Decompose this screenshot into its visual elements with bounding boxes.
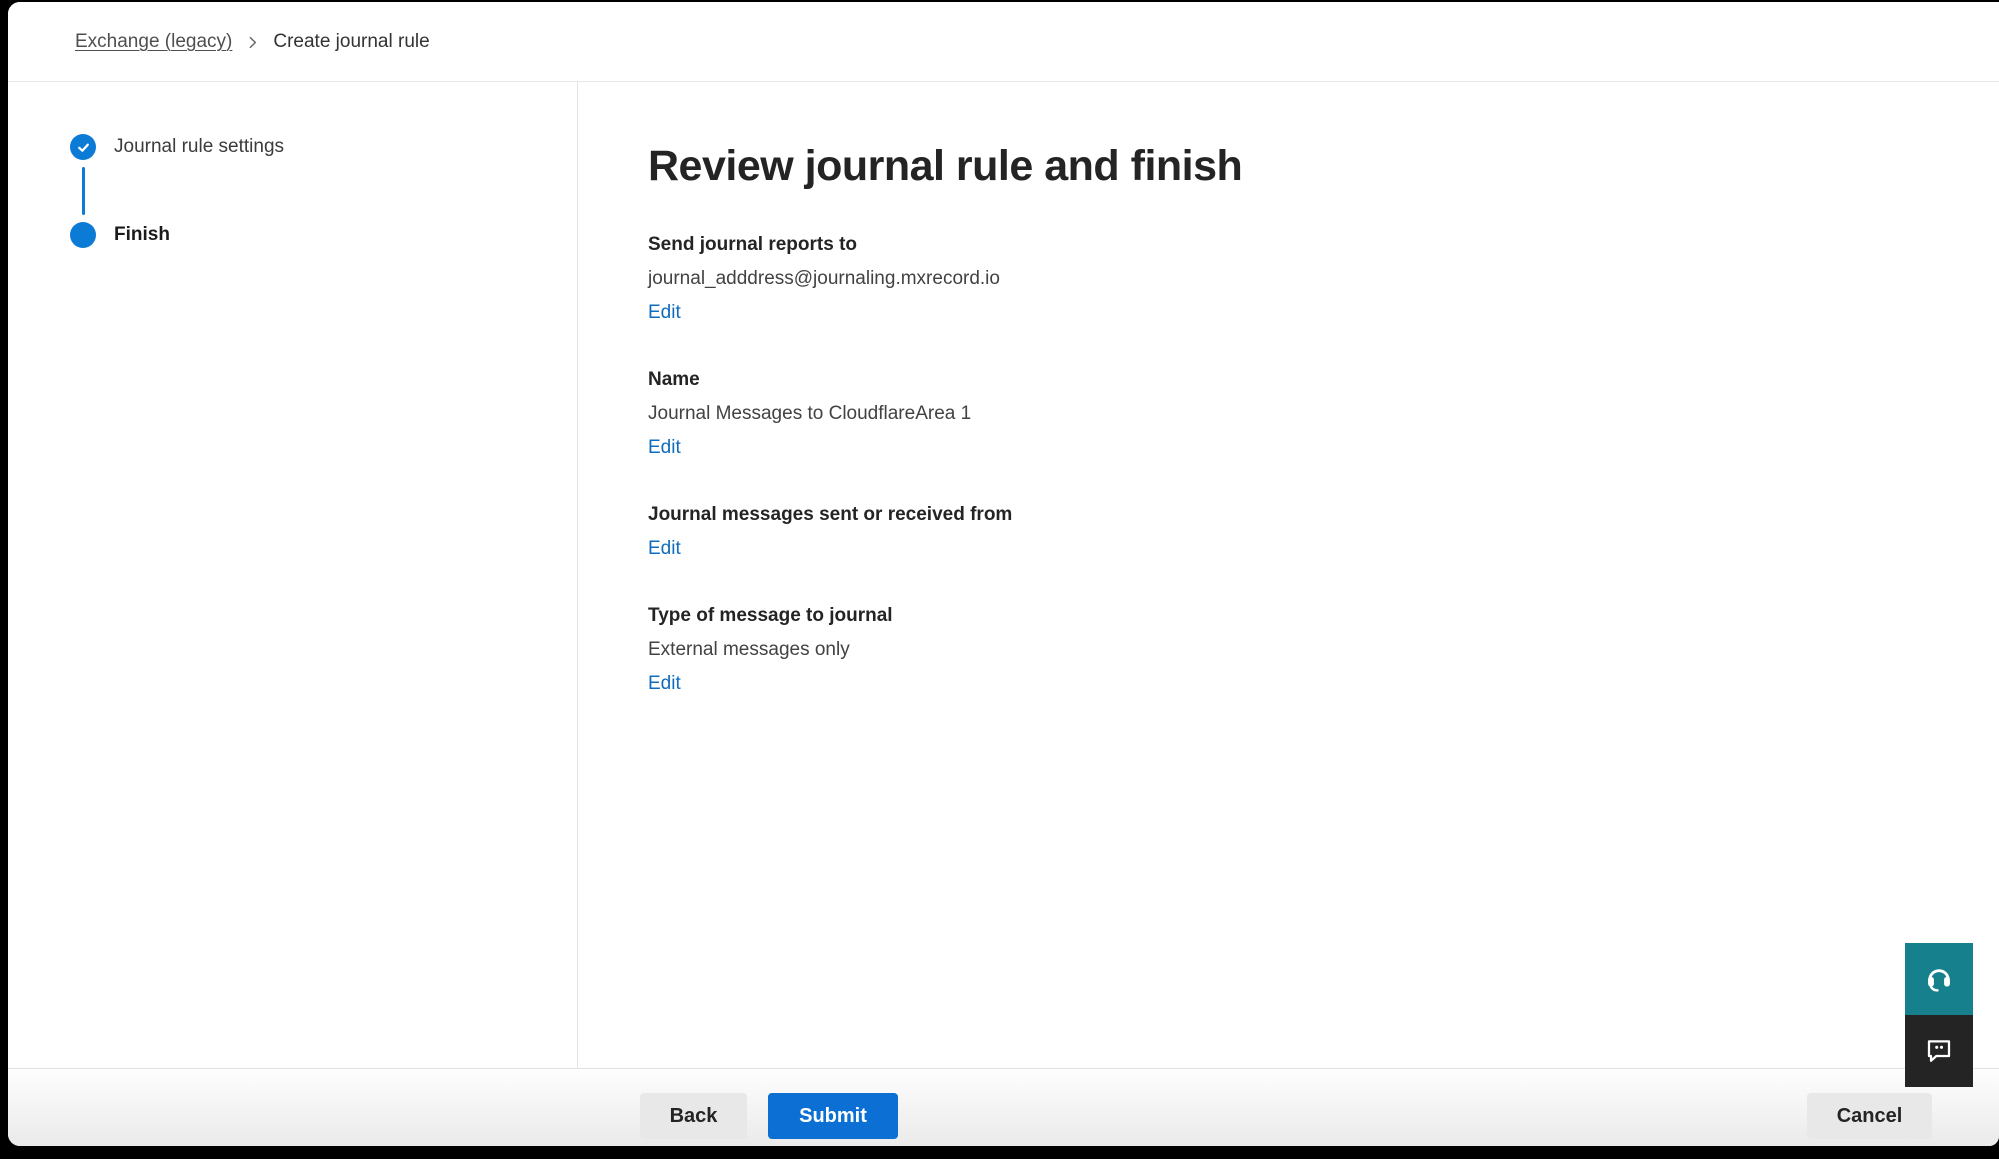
- wizard-steps-nav: Journal rule settings Finish: [8, 82, 578, 1068]
- section-label: Journal messages sent or received from: [648, 503, 1959, 527]
- step-label-finish: Finish: [114, 224, 170, 246]
- edit-name-link[interactable]: Edit: [648, 436, 681, 460]
- breadcrumb: Exchange (legacy) Create journal rule: [75, 31, 430, 53]
- headset-icon: [1923, 962, 1955, 997]
- section-label: Name: [648, 368, 1959, 392]
- message-type-value: External messages only: [648, 638, 1959, 662]
- section-name: Name Journal Messages to CloudflareArea …: [648, 368, 1959, 460]
- chat-bubble-icon: [1923, 1034, 1955, 1069]
- step-current-dot-icon: [70, 222, 96, 248]
- step-completed-check-icon: [70, 134, 96, 160]
- section-label: Type of message to journal: [648, 604, 1959, 628]
- breadcrumb-exchange-legacy[interactable]: Exchange (legacy): [75, 31, 232, 53]
- step-label-journal-rule-settings: Journal rule settings: [114, 136, 284, 158]
- edit-send-journal-reports-link[interactable]: Edit: [648, 301, 681, 325]
- section-journal-messages-sent-or-received: Journal messages sent or received from E…: [648, 503, 1959, 561]
- review-pane: Review journal rule and finish Send jour…: [578, 82, 1999, 1068]
- section-type-of-message-to-journal: Type of message to journal External mess…: [648, 604, 1959, 696]
- app-body: Journal rule settings Finish Review jour…: [8, 82, 1999, 1068]
- cancel-button[interactable]: Cancel: [1807, 1093, 1932, 1139]
- wizard-step-finish[interactable]: Finish: [70, 222, 577, 248]
- wizard-footer: Back Submit Cancel: [8, 1068, 1999, 1146]
- back-button[interactable]: Back: [640, 1093, 747, 1139]
- rule-name-value: Journal Messages to CloudflareArea 1: [648, 402, 1959, 426]
- page-title: Review journal rule and finish: [648, 142, 1959, 191]
- section-label: Send journal reports to: [648, 233, 1959, 257]
- section-send-journal-reports-to: Send journal reports to journal_adddress…: [648, 233, 1959, 325]
- journal-report-address-value: journal_adddress@journaling.mxrecord.io: [648, 267, 1959, 291]
- app-window: Exchange (legacy) Create journal rule Jo…: [8, 2, 1999, 1146]
- floating-action-stack: [1905, 943, 1973, 1087]
- edit-message-type-link[interactable]: Edit: [648, 672, 681, 696]
- chevron-right-icon: [246, 36, 259, 49]
- step-connector-line: [82, 167, 85, 215]
- wizard-step-journal-rule-settings[interactable]: Journal rule settings: [70, 134, 577, 160]
- breadcrumb-current-page: Create journal rule: [273, 31, 429, 53]
- edit-journal-scope-link[interactable]: Edit: [648, 537, 681, 561]
- app-header: Exchange (legacy) Create journal rule: [8, 2, 1999, 82]
- feedback-button[interactable]: [1905, 1015, 1973, 1087]
- submit-button[interactable]: Submit: [768, 1093, 898, 1139]
- help-support-button[interactable]: [1905, 943, 1973, 1015]
